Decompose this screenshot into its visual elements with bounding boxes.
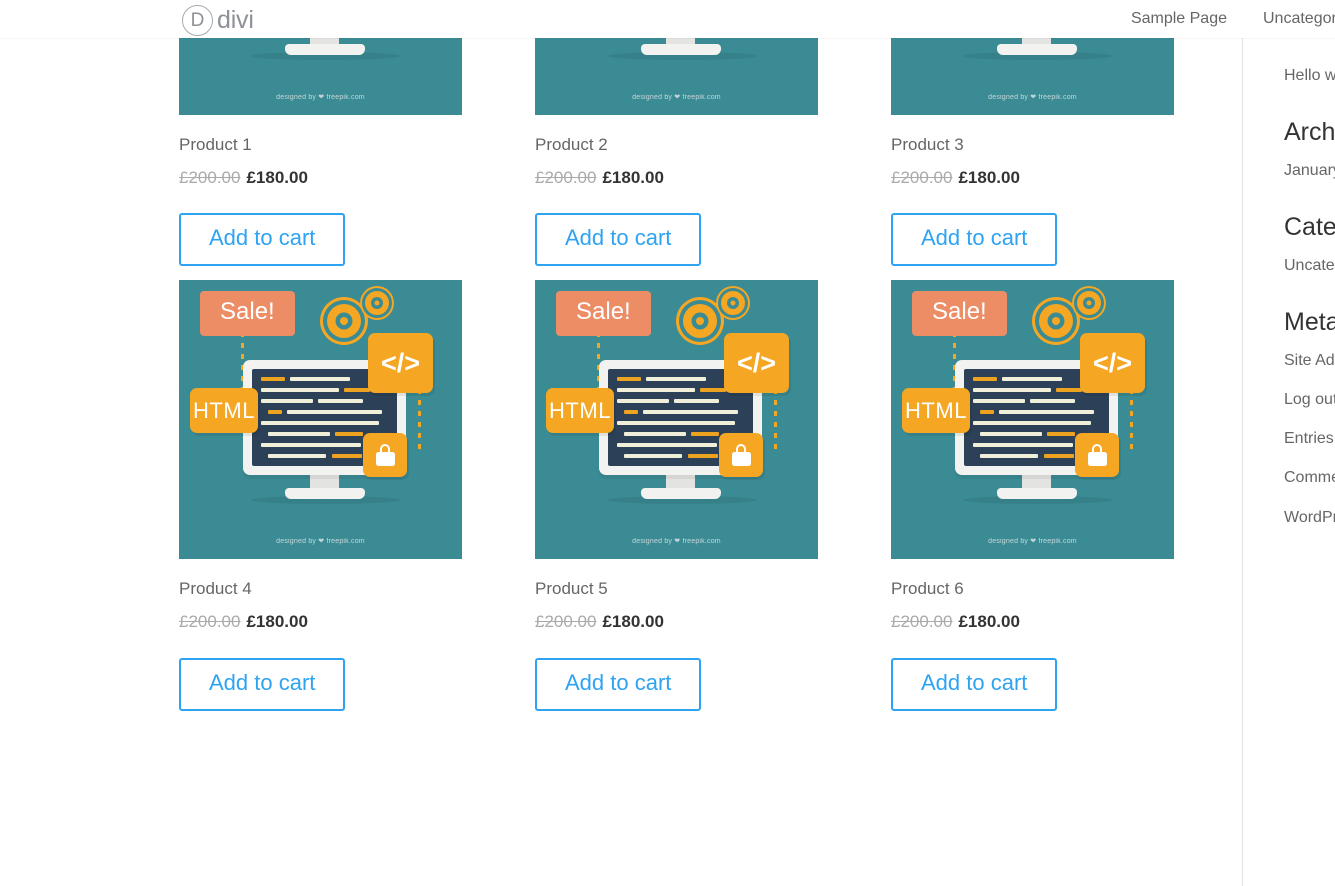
widget-archives: Archives January 2019: [1284, 116, 1335, 182]
monitor-base: [641, 44, 721, 55]
product-price: £200.00 £180.00: [891, 167, 1174, 189]
sidebar: Hello world! Archives January 2019 Categ…: [1243, 38, 1335, 886]
code-tag-badge: </>: [368, 333, 433, 394]
price-original: £200.00: [891, 168, 953, 188]
product-illustration: HTML </> Sale! designed by ❤ freepik.com: [535, 280, 818, 559]
widget-recent-posts: Hello world!: [1284, 64, 1335, 87]
product-card: HTML </> designed by ❤ freepik.com Produ…: [179, 0, 462, 267]
product-price: £200.00 £180.00: [179, 167, 462, 189]
add-to-cart-button[interactable]: Add to cart: [535, 657, 702, 711]
widget-title: Archives: [1284, 118, 1335, 147]
gear-small-icon: [1077, 291, 1101, 316]
price-sale: £180.00: [602, 612, 664, 632]
add-to-cart-button[interactable]: Add to cart: [179, 213, 346, 267]
meta-link-log-out[interactable]: Log out: [1284, 388, 1335, 411]
gear-small-icon: [721, 291, 745, 316]
lock-icon: [719, 433, 763, 478]
add-to-cart-button[interactable]: Add to cart: [891, 213, 1058, 267]
meta-link-comments-rss[interactable]: Comments RSS: [1284, 466, 1335, 489]
product-card: HTML </> Sale! designed by ❤ freepik.com…: [891, 280, 1174, 711]
meta-link-wordpress[interactable]: WordPress.org: [1284, 506, 1335, 529]
monitor-base: [641, 488, 721, 500]
product-title[interactable]: Product 4: [179, 578, 462, 600]
sale-badge: Sale!: [912, 291, 1007, 336]
sale-badge: Sale!: [556, 291, 651, 336]
gear-icon: [327, 304, 361, 339]
price-sale: £180.00: [958, 612, 1020, 632]
sale-badge: Sale!: [200, 291, 295, 336]
divi-logo-icon: D: [182, 5, 213, 36]
monitor-base: [997, 44, 1077, 55]
product-thumbnail[interactable]: HTML </> Sale! designed by ❤ freepik.com: [891, 280, 1174, 560]
code-tag-badge: </>: [724, 333, 789, 394]
product-price: £200.00 £180.00: [535, 167, 818, 189]
page-body: HTML </> designed by ❤ freepik.com Produ…: [0, 0, 1335, 886]
add-to-cart-button[interactable]: Add to cart: [179, 657, 346, 711]
price-sale: £180.00: [246, 612, 308, 632]
monitor-base: [997, 488, 1077, 500]
gear-icon: [683, 304, 717, 339]
primary-navigation: Sample Page Uncategorized: [1113, 0, 1335, 38]
product-thumbnail[interactable]: HTML </> Sale! designed by ❤ freepik.com: [535, 280, 818, 560]
price-sale: £180.00: [246, 168, 308, 188]
shop-content-column: HTML </> designed by ❤ freepik.com Produ…: [0, 0, 1243, 886]
archive-link[interactable]: January 2019: [1284, 159, 1335, 182]
image-credit: designed by ❤ freepik.com: [632, 538, 721, 546]
product-title[interactable]: Product 3: [891, 134, 1174, 156]
price-sale: £180.00: [958, 168, 1020, 188]
html-tag-badge: HTML: [190, 388, 258, 434]
product-card: HTML </> Sale! designed by ❤ freepik.com…: [179, 280, 462, 711]
product-thumbnail[interactable]: HTML </> Sale! designed by ❤ freepik.com: [179, 280, 462, 560]
image-credit: designed by ❤ freepik.com: [988, 94, 1077, 101]
meta-link-entries-rss[interactable]: Entries RSS: [1284, 427, 1335, 450]
product-title[interactable]: Product 6: [891, 578, 1174, 600]
product-card: HTML </> Sale! designed by ❤ freepik.com…: [535, 280, 818, 711]
product-title[interactable]: Product 1: [179, 134, 462, 156]
gear-icon: [1039, 304, 1073, 339]
nav-item-uncategorized[interactable]: Uncategorized: [1245, 0, 1335, 38]
lock-icon: [1075, 433, 1119, 478]
product-price: £200.00 £180.00: [179, 611, 462, 633]
nav-item-sample-page[interactable]: Sample Page: [1113, 0, 1245, 38]
price-original: £200.00: [535, 168, 597, 188]
html-tag-badge: HTML: [546, 388, 614, 434]
product-title[interactable]: Product 5: [535, 578, 818, 600]
html-tag-badge: HTML: [902, 388, 970, 434]
product-card: HTML </> designed by ❤ freepik.com Produ…: [535, 0, 818, 267]
image-credit: designed by ❤ freepik.com: [632, 94, 721, 101]
image-credit: designed by ❤ freepik.com: [276, 94, 365, 101]
product-price: £200.00 £180.00: [535, 611, 818, 633]
product-illustration: HTML </> Sale! designed by ❤ freepik.com: [891, 280, 1174, 559]
price-original: £200.00: [179, 168, 241, 188]
add-to-cart-button[interactable]: Add to cart: [891, 657, 1058, 711]
price-sale: £180.00: [602, 168, 664, 188]
site-logo-text: divi: [217, 6, 254, 34]
add-to-cart-button[interactable]: Add to cart: [535, 213, 702, 267]
image-credit: designed by ❤ freepik.com: [276, 538, 365, 546]
price-original: £200.00: [179, 612, 241, 632]
site-header: D divi Sample Page Uncategorized: [0, 0, 1335, 38]
product-illustration: HTML </> Sale! designed by ❤ freepik.com: [179, 280, 462, 559]
price-original: £200.00: [535, 612, 597, 632]
monitor-base: [285, 44, 365, 55]
product-price: £200.00 £180.00: [891, 611, 1174, 633]
widget-title: Meta: [1284, 308, 1335, 337]
product-card: HTML </> designed by ❤ freepik.com Produ…: [891, 0, 1174, 267]
meta-link-site-admin[interactable]: Site Admin: [1284, 349, 1335, 372]
product-title[interactable]: Product 2: [535, 134, 818, 156]
monitor-base: [285, 488, 365, 500]
site-logo[interactable]: D divi: [182, 5, 254, 36]
widget-meta: Meta Site Admin Log out Entries RSS Comm…: [1284, 306, 1335, 529]
recent-post-link[interactable]: Hello world!: [1284, 64, 1335, 87]
image-credit: designed by ❤ freepik.com: [988, 538, 1077, 546]
product-grid: HTML </> designed by ❤ freepik.com Produ…: [179, 0, 1174, 711]
gear-small-icon: [365, 291, 389, 316]
price-original: £200.00: [891, 612, 953, 632]
category-link[interactable]: Uncategorized: [1284, 254, 1335, 277]
lock-icon: [363, 433, 407, 478]
widget-categories: Categories Uncategorized: [1284, 211, 1335, 277]
widget-title: Categories: [1284, 213, 1335, 242]
code-tag-badge: </>: [1080, 333, 1145, 394]
